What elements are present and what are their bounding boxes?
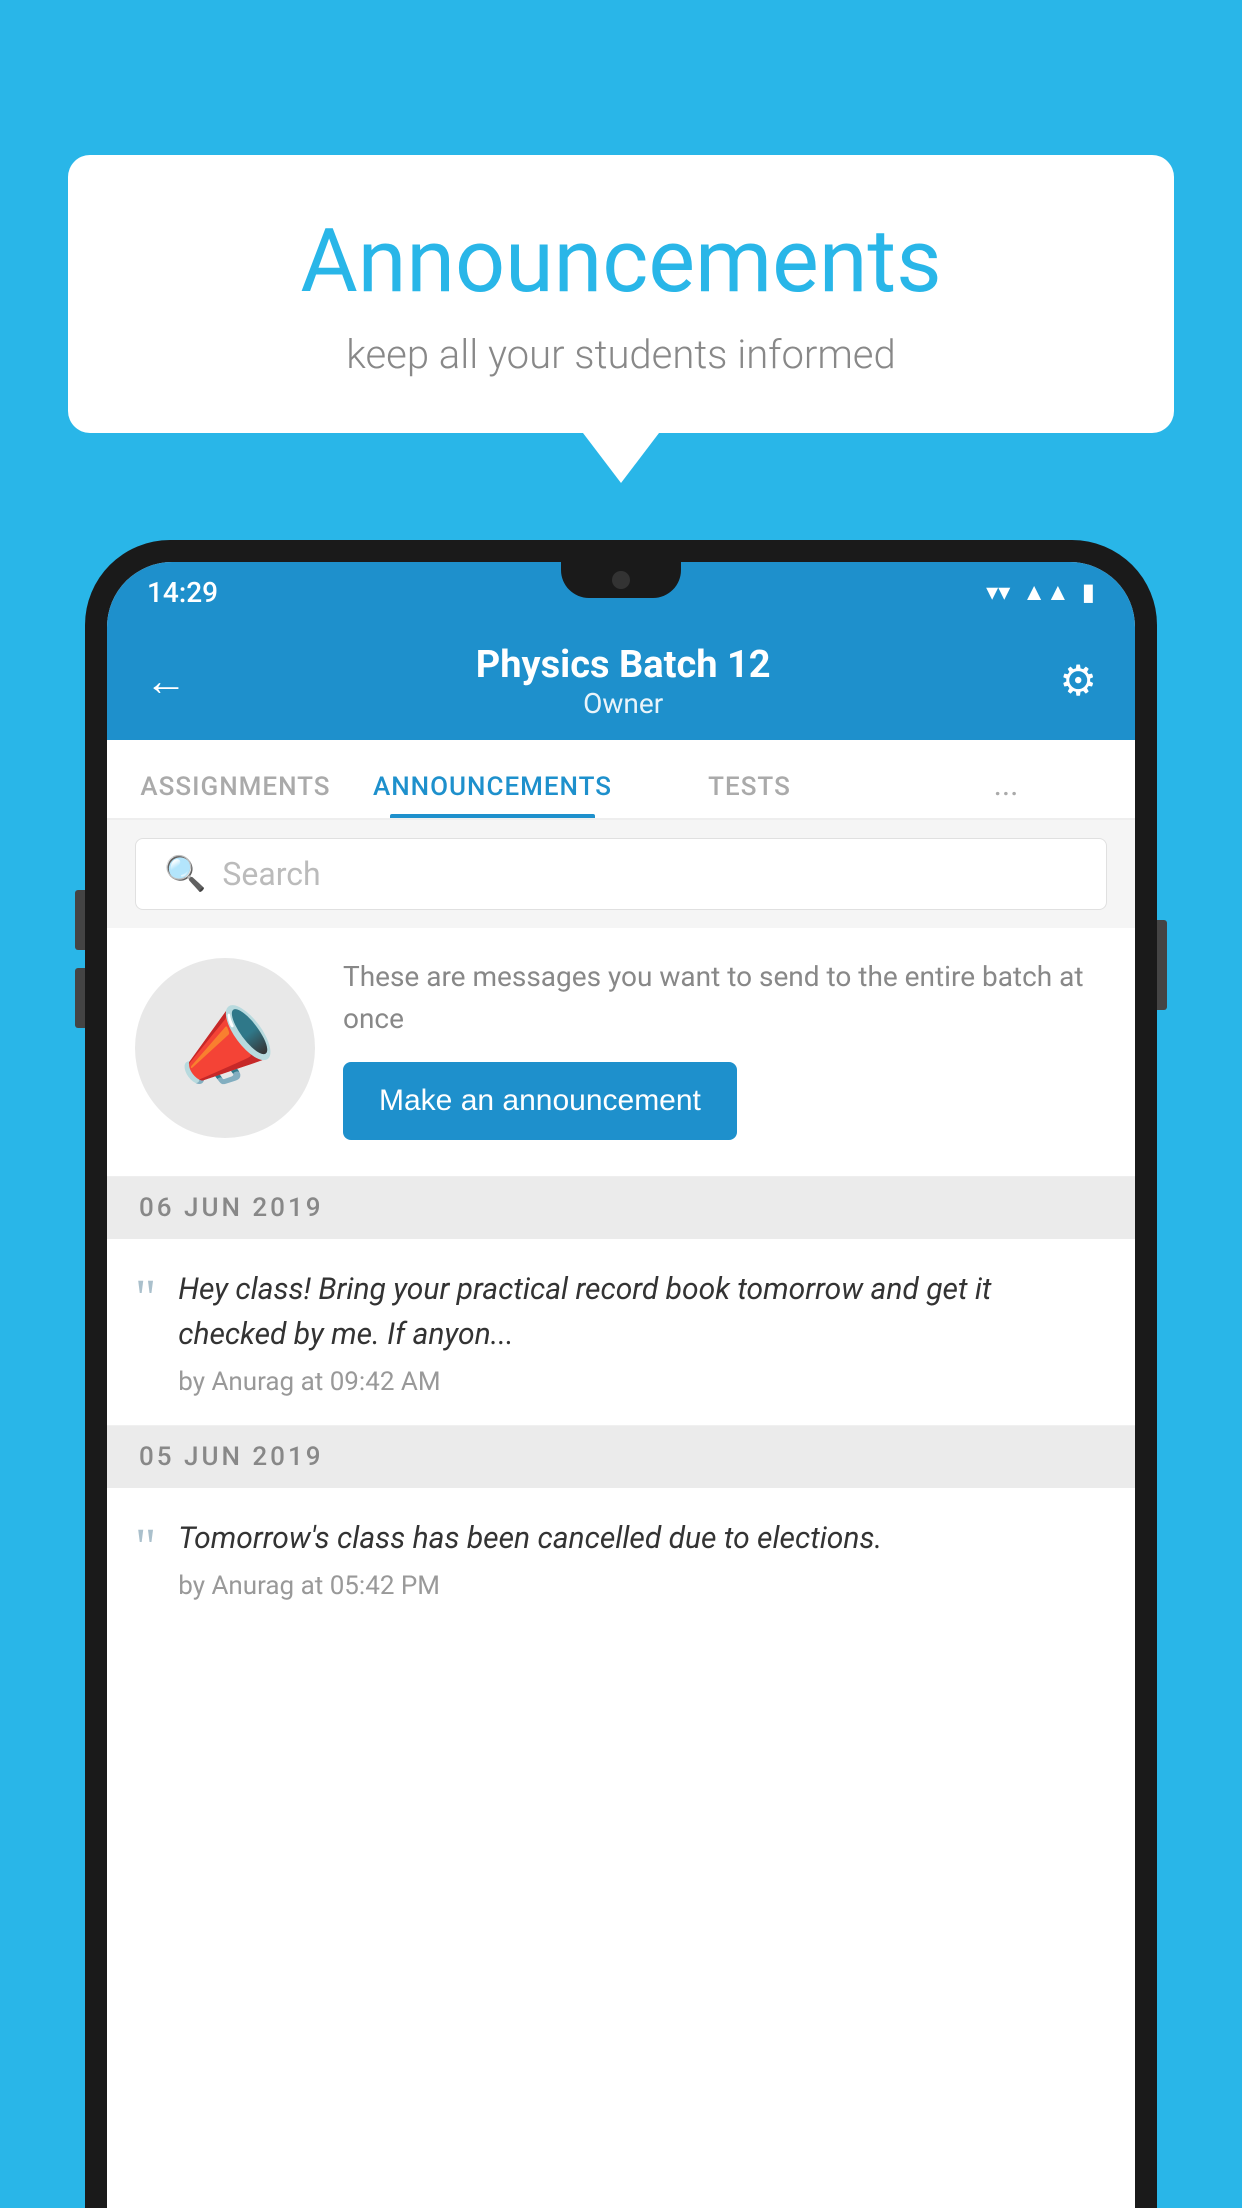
announcement-message-1: Hey class! Bring your practical record b…: [178, 1267, 1107, 1357]
phone-notch: [561, 562, 681, 598]
wifi-icon: ▾▾: [986, 578, 1010, 606]
speech-bubble-title: Announcements: [128, 210, 1114, 313]
speech-bubble-arrow: [583, 433, 659, 483]
settings-icon[interactable]: ⚙: [1059, 656, 1097, 706]
camera-dot: [612, 571, 630, 589]
announcement-message-2: Tomorrow's class has been cancelled due …: [178, 1516, 1107, 1561]
tab-assignments[interactable]: ASSIGNMENTS: [107, 772, 364, 818]
promo-section: 📣 These are messages you want to send to…: [107, 928, 1135, 1177]
status-icons: ▾▾ ▲▲ ▮: [986, 578, 1095, 607]
speech-bubble-container: Announcements keep all your students inf…: [68, 155, 1174, 483]
announcement-item-2[interactable]: " Tomorrow's class has been cancelled du…: [107, 1488, 1135, 1629]
tab-more[interactable]: ...: [878, 772, 1135, 818]
tab-tests[interactable]: TESTS: [621, 772, 878, 818]
phone-screen: 14:29 ▾▾ ▲▲ ▮ ← Physics Batch 12 Owner ⚙…: [107, 562, 1135, 2208]
announcement-meta-1: by Anurag at 09:42 AM: [178, 1367, 1107, 1397]
search-icon: 🔍: [164, 854, 206, 894]
date-separator-1: 06 JUN 2019: [107, 1177, 1135, 1239]
search-placeholder: Search: [222, 855, 320, 893]
header-title-section: Physics Batch 12 Owner: [476, 643, 771, 720]
speech-bubble: Announcements keep all your students inf…: [68, 155, 1174, 433]
promo-icon-circle: 📣: [135, 958, 315, 1138]
volume-buttons-left: [75, 890, 85, 1028]
announcement-meta-2: by Anurag at 05:42 PM: [178, 1571, 1107, 1601]
announcement-item-1[interactable]: " Hey class! Bring your practical record…: [107, 1239, 1135, 1426]
signal-icon: ▲▲: [1022, 578, 1070, 607]
power-button: [1157, 920, 1167, 1010]
phone-container: 14:29 ▾▾ ▲▲ ▮ ← Physics Batch 12 Owner ⚙…: [85, 540, 1157, 2208]
announcement-content-1: Hey class! Bring your practical record b…: [178, 1267, 1107, 1397]
back-button[interactable]: ←: [145, 657, 187, 706]
make-announcement-button[interactable]: Make an announcement: [343, 1062, 737, 1140]
search-bar[interactable]: 🔍 Search: [135, 838, 1107, 910]
header-batch-name: Physics Batch 12: [476, 643, 771, 687]
volume-up-button: [75, 890, 85, 950]
megaphone-icon: 📣: [165, 990, 286, 1107]
quote-icon-1: ": [135, 1273, 156, 1325]
promo-description: These are messages you want to send to t…: [343, 956, 1107, 1040]
promo-content: These are messages you want to send to t…: [343, 956, 1107, 1140]
tabs-container: ASSIGNMENTS ANNOUNCEMENTS TESTS ...: [107, 740, 1135, 820]
power-button-shape: [1157, 920, 1167, 1010]
announcement-content-2: Tomorrow's class has been cancelled due …: [178, 1516, 1107, 1601]
header-role: Owner: [476, 687, 771, 720]
phone-outer: 14:29 ▾▾ ▲▲ ▮ ← Physics Batch 12 Owner ⚙…: [85, 540, 1157, 2208]
quote-icon-2: ": [135, 1522, 156, 1574]
search-container: 🔍 Search: [107, 820, 1135, 928]
date-separator-2: 05 JUN 2019: [107, 1426, 1135, 1488]
app-header: ← Physics Batch 12 Owner ⚙: [107, 622, 1135, 740]
battery-icon: ▮: [1082, 578, 1095, 606]
tab-announcements[interactable]: ANNOUNCEMENTS: [364, 772, 621, 818]
status-time: 14:29: [147, 576, 218, 609]
volume-down-button: [75, 968, 85, 1028]
speech-bubble-subtitle: keep all your students informed: [128, 331, 1114, 378]
